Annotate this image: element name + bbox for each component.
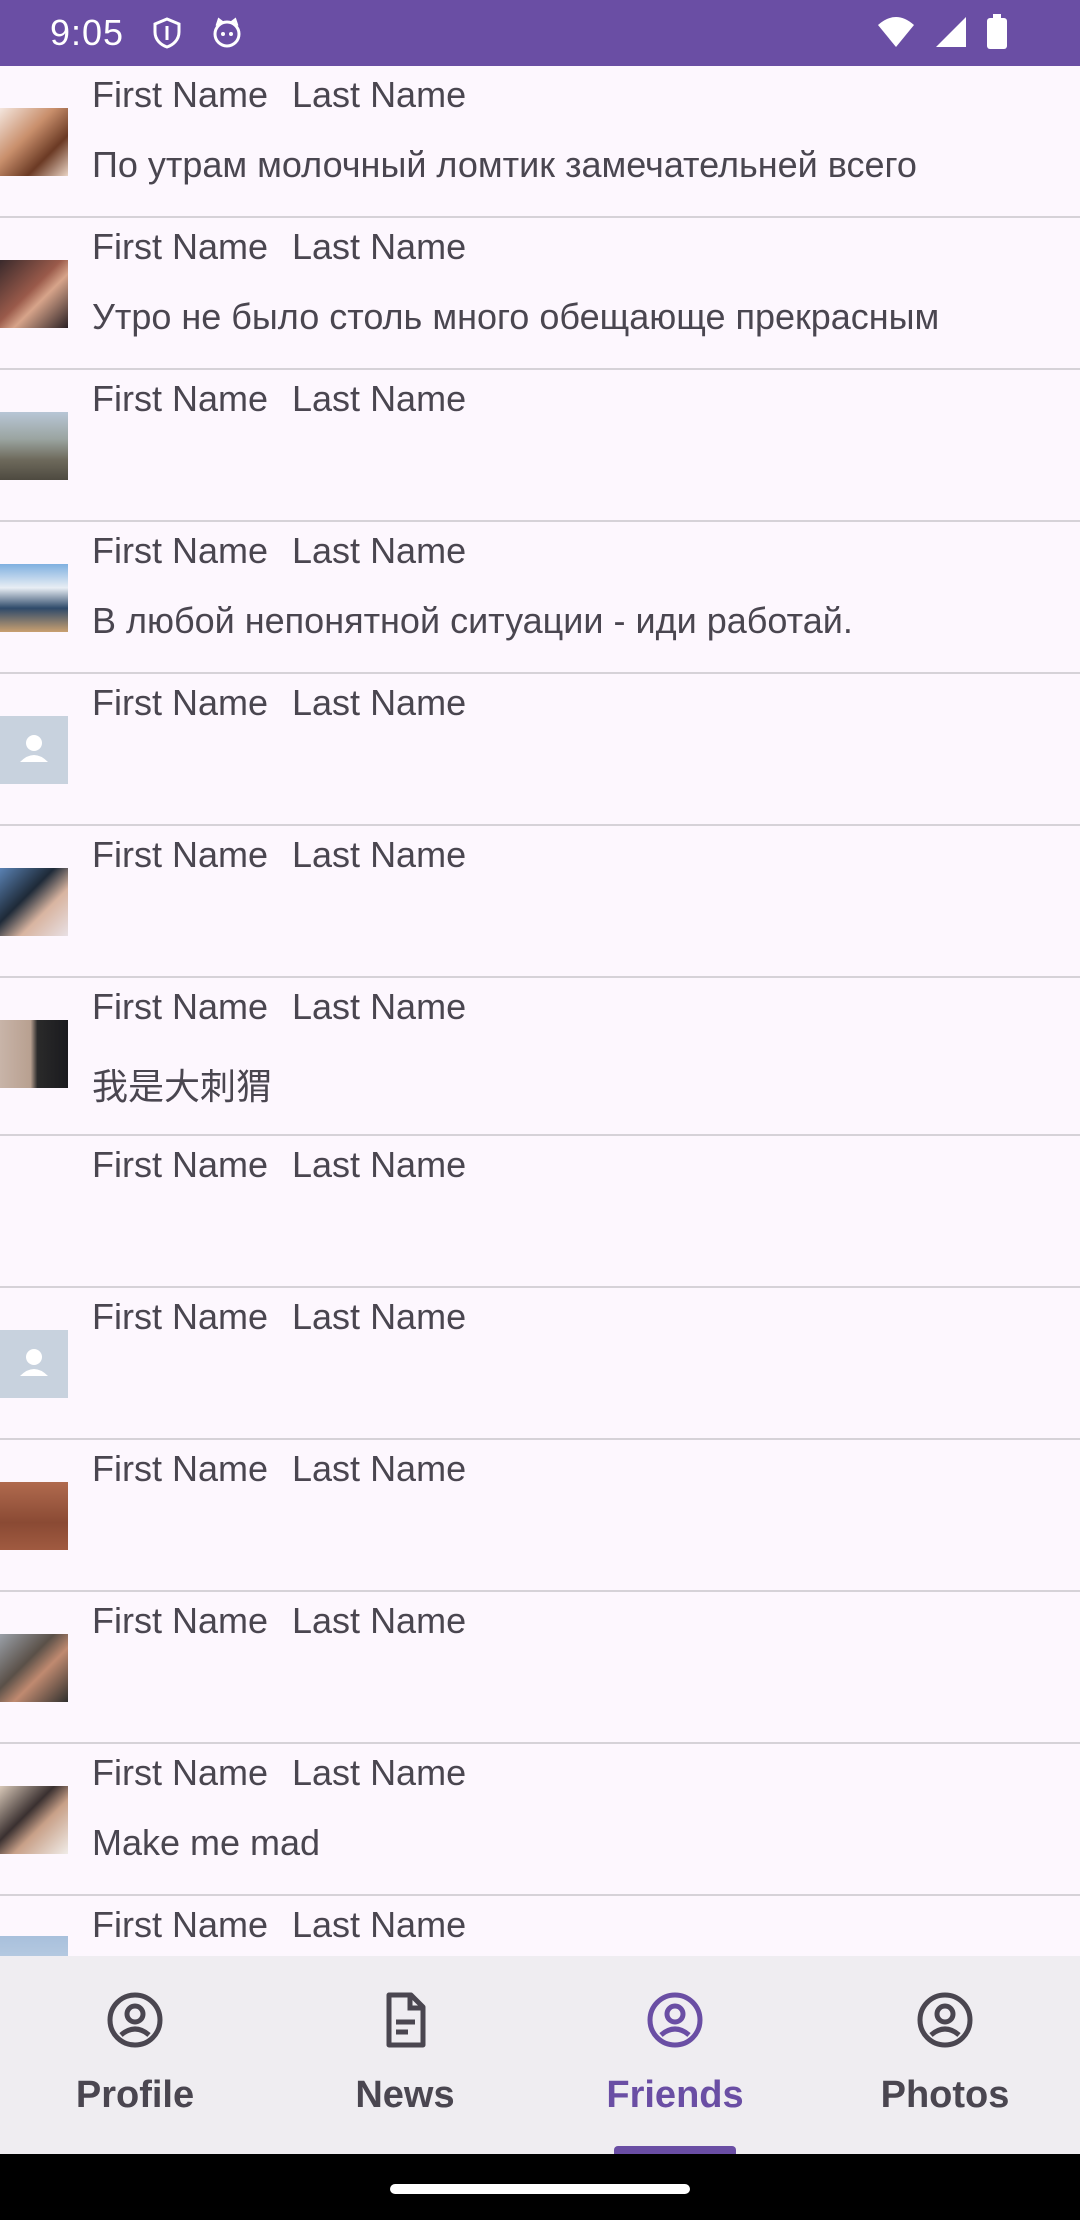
first-name: First Name: [92, 1600, 269, 1641]
last-name: Last Name: [292, 682, 467, 723]
friend-row[interactable]: First Name Last Name Утро не было столь мн…: [0, 218, 1080, 370]
avatar: [0, 1482, 68, 1550]
friend-name: First Name Last Name: [92, 1296, 466, 1338]
cat-face-icon: [210, 16, 244, 50]
account-circle-icon: [645, 1990, 705, 2050]
nav-label-photos: Photos: [880, 2074, 1010, 2116]
friend-row[interactable]: First Name Last Name: [0, 1288, 1080, 1440]
last-name: Last Name: [292, 226, 467, 267]
account-circle-icon: [915, 1990, 975, 2050]
nav-label-profile: Profile: [75, 2074, 195, 2116]
status-right-icons: [876, 14, 1008, 55]
first-name: First Name: [92, 1752, 269, 1793]
system-navigation-bar: [0, 2154, 1080, 2220]
shield-icon: [150, 16, 184, 50]
friend-status: Утро не было столь много обещающе прекра…: [92, 296, 940, 337]
avatar: [0, 1020, 68, 1088]
avatar: [0, 1786, 68, 1854]
first-name: First Name: [92, 378, 269, 419]
friend-name: First Name Last Name: [92, 226, 466, 268]
person-placeholder-icon: [0, 1330, 68, 1398]
last-name: Last Name: [292, 1296, 467, 1337]
friend-status: В любой непонятной ситуации - иди работа…: [92, 600, 853, 641]
first-name: First Name: [92, 74, 269, 115]
first-name: First Name: [92, 834, 269, 875]
friend-status: Make me mad: [92, 1822, 321, 1863]
last-name: Last Name: [292, 986, 467, 1027]
friend-name: First Name Last Name: [92, 1904, 466, 1946]
friend-status: 我是大刺猬: [92, 1066, 273, 1107]
friend-status: По утрам молочный ломтик замечательней в…: [92, 144, 917, 185]
nav-label-friends: Friends: [606, 2074, 744, 2116]
friend-name: First Name Last Name: [92, 530, 466, 572]
last-name: Last Name: [292, 530, 467, 571]
friend-row[interactable]: First Name Last Name: [0, 1440, 1080, 1592]
wifi-icon: [876, 15, 916, 54]
friend-name: First Name Last Name: [92, 682, 466, 724]
document-icon: [375, 1990, 435, 2050]
friend-row[interactable]: First Name Last Name: [0, 674, 1080, 826]
home-gesture-pill[interactable]: [390, 2184, 690, 2194]
friend-row[interactable]: First Name Last Name В любой непонятной си…: [0, 522, 1080, 674]
first-name: First Name: [92, 682, 269, 723]
nav-item-photos[interactable]: Photos: [810, 1956, 1080, 2154]
friend-row[interactable]: First Name Last Name: [0, 826, 1080, 978]
last-name: Last Name: [292, 1144, 467, 1185]
last-name: Last Name: [292, 1600, 467, 1641]
last-name: Last Name: [292, 834, 467, 875]
first-name: First Name: [92, 1448, 269, 1489]
avatar: [0, 412, 68, 480]
avatar: [0, 260, 68, 328]
first-name: First Name: [92, 530, 269, 571]
friend-name: First Name Last Name: [92, 1144, 466, 1186]
avatar: [0, 1936, 68, 1956]
last-name: Last Name: [292, 1448, 467, 1489]
account-circle-icon: [105, 1990, 165, 2050]
friend-row[interactable]: First Name Last Name: [0, 1592, 1080, 1744]
friends-list[interactable]: First Name Last Name По утрам молочный лом…: [0, 66, 1080, 1956]
avatar: [0, 868, 68, 936]
friend-name: First Name Last Name: [92, 378, 466, 420]
last-name: Last Name: [292, 1904, 467, 1945]
nav-label-news: News: [355, 2074, 455, 2116]
first-name: First Name: [92, 1904, 269, 1945]
nav-item-profile[interactable]: Profile: [0, 1956, 270, 2154]
friend-row[interactable]: First Name Last Name: [0, 1136, 1080, 1288]
bottom-navigation: Profile News Friends Photos: [0, 1956, 1080, 2154]
status-bar: 9:05: [0, 0, 1080, 66]
friend-name: First Name Last Name: [92, 834, 466, 876]
active-tab-indicator: [614, 2146, 736, 2154]
person-placeholder-icon: [0, 716, 68, 784]
friend-name: First Name Last Name: [92, 1600, 466, 1642]
friend-row[interactable]: First Name Last Name По утрам молочный лом…: [0, 66, 1080, 218]
last-name: Last Name: [292, 74, 467, 115]
friend-row[interactable]: First Name Last Name 我是大刺猬: [0, 978, 1080, 1136]
first-name: First Name: [92, 1144, 269, 1185]
first-name: First Name: [92, 226, 269, 267]
avatar: [0, 1634, 68, 1702]
battery-icon: [986, 14, 1008, 55]
first-name: First Name: [92, 1296, 269, 1337]
friend-name: First Name Last Name: [92, 986, 466, 1028]
friend-name: First Name Last Name: [92, 1752, 466, 1794]
friend-name: First Name Last Name: [92, 74, 466, 116]
first-name: First Name: [92, 986, 269, 1027]
last-name: Last Name: [292, 1752, 467, 1793]
last-name: Last Name: [292, 378, 467, 419]
nav-item-news[interactable]: News: [270, 1956, 540, 2154]
avatar: [0, 564, 68, 632]
friend-row[interactable]: First Name Last Name: [0, 370, 1080, 522]
friend-name: First Name Last Name: [92, 1448, 466, 1490]
signal-icon: [934, 15, 968, 54]
friend-row[interactable]: First Name Last Name Make me mad: [0, 1744, 1080, 1896]
friend-row[interactable]: First Name Last Name: [0, 1896, 1080, 1956]
nav-item-friends[interactable]: Friends: [540, 1956, 810, 2154]
avatar: [0, 108, 68, 176]
status-time: 9:05: [50, 12, 125, 53]
